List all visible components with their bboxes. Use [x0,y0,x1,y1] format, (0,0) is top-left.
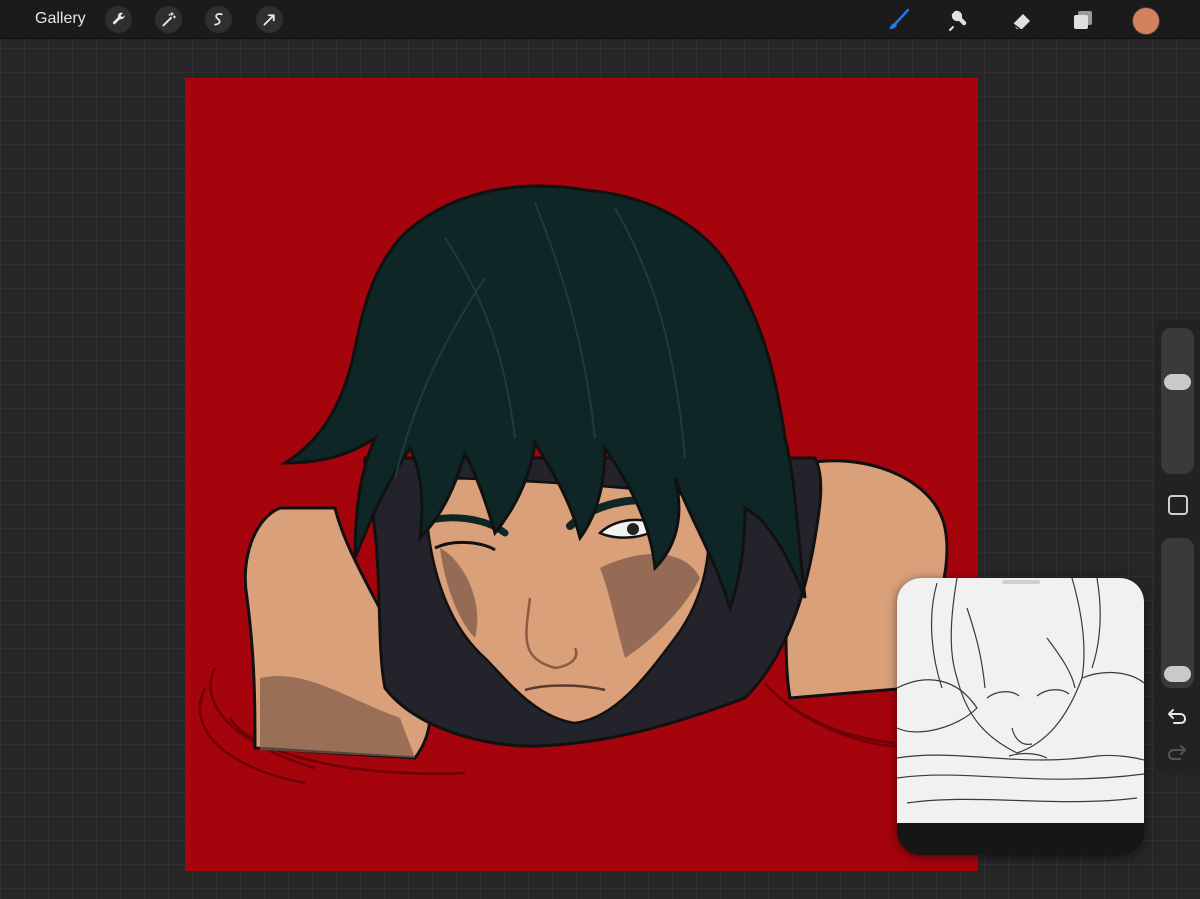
redo-icon[interactable] [1164,740,1190,764]
reference-sketch-background [897,578,1144,823]
wrench-icon[interactable] [105,6,132,33]
reference-footer [897,823,1144,855]
right-pupil [627,523,639,535]
modify-button[interactable] [1168,495,1188,515]
reference-window[interactable] [897,578,1144,855]
brush-icon[interactable] [885,6,913,34]
drawing-canvas[interactable] [185,78,978,871]
undo-icon[interactable] [1164,704,1190,728]
gallery-button[interactable]: Gallery [35,10,86,28]
opacity-slider[interactable] [1161,538,1194,688]
magic-wand-icon[interactable] [155,6,182,33]
layers-icon[interactable] [1069,6,1097,34]
brush-size-thumb[interactable] [1164,374,1191,391]
reference-drag-handle[interactable] [1002,580,1040,584]
transform-arrow-icon[interactable] [256,6,283,33]
eraser-icon[interactable] [1008,6,1036,34]
brush-size-slider[interactable] [1161,328,1194,474]
side-slider-bar [1155,320,1200,775]
color-swatch[interactable] [1132,7,1160,35]
selection-s-icon[interactable] [205,6,232,33]
opacity-thumb[interactable] [1164,666,1191,683]
top-toolbar: Gallery [0,0,1200,39]
smudge-icon[interactable] [946,6,974,34]
